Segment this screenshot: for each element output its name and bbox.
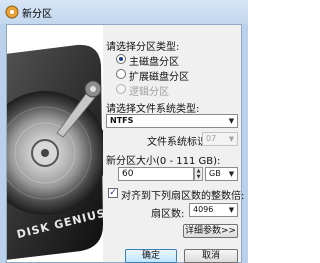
filesystem-id-select: 07 ▼ (202, 132, 238, 146)
filesystem-id-label: 文件系统标识: (147, 137, 211, 148)
filesystem-value: NTFS (110, 116, 134, 125)
chevron-down-icon[interactable]: ▼ (226, 204, 237, 216)
size-spinner[interactable]: ▲ ▼ (194, 167, 203, 181)
partition-size-value: 60 (122, 169, 134, 179)
sector-count-label: 扇区数: (151, 209, 185, 220)
filesystem-id-value: 07 (206, 134, 217, 143)
radio-label: 逻辑分区 (129, 87, 169, 98)
chevron-down-icon[interactable]: ▼ (226, 115, 237, 127)
app-icon (5, 5, 19, 19)
align-checkbox-label: 对齐到下列扇区数的整数倍: (121, 191, 245, 202)
title-bar: 新分区 (0, 0, 248, 24)
dialog-body: DISK GENIUS 请选择分区类型: 主磁盘分区 扩展磁盘分区 逻辑分区 请… (6, 24, 245, 263)
partition-type-label: 请选择分区类型: (106, 42, 180, 53)
new-partition-dialog: 新分区 DISK GENIUS 请选择分区类型: 主磁盘分区 扩展磁盘分区 逻辑… (0, 0, 248, 263)
size-unit-value: GB (209, 169, 221, 178)
partition-size-label: 新分区大小(0 - 111 GB): (106, 156, 221, 167)
sector-count-select[interactable]: 4096 ▼ (189, 203, 238, 217)
radio-label: 扩展磁盘分区 (129, 72, 189, 83)
radio-label: 主磁盘分区 (129, 57, 179, 68)
advanced-params-button[interactable]: 详细参数>> (183, 224, 238, 238)
sector-count-value: 4096 (193, 205, 214, 214)
radio-button[interactable] (116, 69, 126, 79)
radio-button (116, 84, 126, 94)
radio-button[interactable] (116, 54, 126, 64)
filesystem-type-label: 请选择文件系统类型: (106, 104, 200, 115)
align-checkbox[interactable]: ✓ (108, 188, 118, 198)
size-unit-select[interactable]: GB ▼ (205, 167, 238, 181)
spin-down-icon[interactable]: ▼ (195, 174, 202, 180)
cancel-button[interactable]: 取消 (184, 249, 238, 263)
partition-size-input[interactable]: 60 (118, 167, 194, 181)
chevron-down-icon[interactable]: ▼ (226, 168, 237, 180)
filesystem-select[interactable]: NTFS ▼ (106, 114, 238, 128)
hard-disk-image: DISK GENIUS (7, 25, 103, 262)
window-title: 新分区 (22, 9, 52, 20)
chevron-down-icon: ▼ (228, 135, 235, 143)
ok-button[interactable]: 确定 (125, 249, 177, 263)
